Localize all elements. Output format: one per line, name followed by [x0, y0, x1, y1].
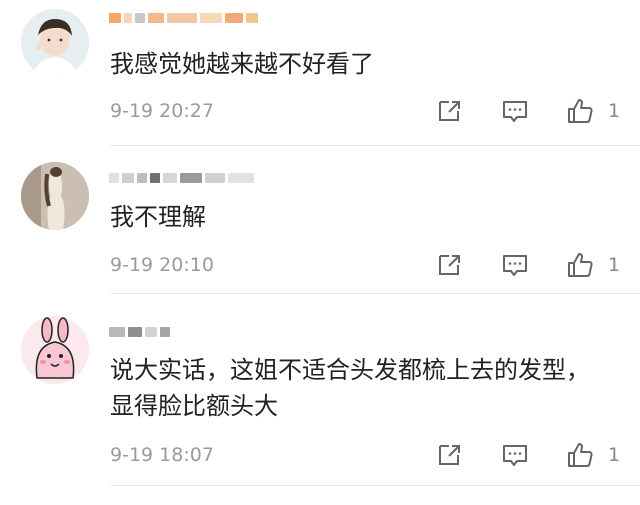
username-blur	[148, 13, 164, 23]
comment-text: 我感觉她越来越不好看了	[110, 50, 374, 78]
username-blur	[225, 13, 243, 23]
comment-text: 我不理解	[110, 203, 206, 231]
share-icon[interactable]	[435, 250, 465, 280]
comment-icon[interactable]	[500, 440, 530, 470]
username-blur	[228, 173, 254, 183]
share-icon[interactable]	[435, 440, 465, 470]
username-blur	[135, 13, 145, 23]
username[interactable]	[109, 322, 170, 342]
username-blur	[167, 13, 197, 23]
divider	[110, 485, 640, 486]
username-blur	[150, 173, 160, 183]
like-count: 1	[608, 100, 621, 122]
username-blur	[124, 13, 132, 23]
like-count: 1	[608, 444, 621, 466]
username-blur	[163, 173, 177, 183]
username-blur	[128, 327, 142, 337]
avatar[interactable]	[21, 162, 89, 230]
like-count: 1	[608, 254, 621, 276]
username-blur	[109, 173, 119, 183]
username-blur	[122, 173, 134, 183]
username-blur	[137, 173, 147, 183]
username-blur	[109, 327, 125, 337]
comment-time: 9-19 18:07	[110, 444, 214, 466]
username-blur	[200, 13, 222, 23]
comment-item: 我感觉她越来越不好看了 9-19 20:27 1	[0, 0, 640, 146]
username-blur	[246, 13, 258, 23]
avatar[interactable]	[21, 316, 89, 384]
avatar[interactable]	[21, 9, 89, 77]
like-icon[interactable]	[566, 250, 596, 280]
username-blur	[109, 13, 121, 23]
username[interactable]	[109, 168, 254, 188]
comment-meta: 9-19 20:10 1	[110, 250, 640, 280]
comment-text: 说大实话，这姐不适合头发都梳上去的发型，显得脸比额头大	[110, 356, 590, 420]
comment-time: 9-19 20:10	[110, 254, 214, 276]
comment-item: 说大实话，这姐不适合头发都梳上去的发型，显得脸比额头大 9-19 18:07 1	[0, 294, 640, 486]
like-icon[interactable]	[566, 440, 596, 470]
like-icon[interactable]	[566, 96, 596, 126]
username-blur	[145, 327, 157, 337]
comment-icon[interactable]	[500, 96, 530, 126]
username-blur	[160, 327, 170, 337]
username[interactable]	[109, 8, 258, 28]
share-icon[interactable]	[435, 96, 465, 126]
username-blur	[180, 173, 202, 183]
comment-item: 我不理解 9-19 20:10 1	[0, 146, 640, 294]
username-blur	[205, 173, 225, 183]
comment-icon[interactable]	[500, 250, 530, 280]
comment-time: 9-19 20:27	[110, 100, 214, 122]
comment-meta: 9-19 18:07 1	[110, 440, 640, 470]
comment-meta: 9-19 20:27 1	[110, 96, 640, 126]
